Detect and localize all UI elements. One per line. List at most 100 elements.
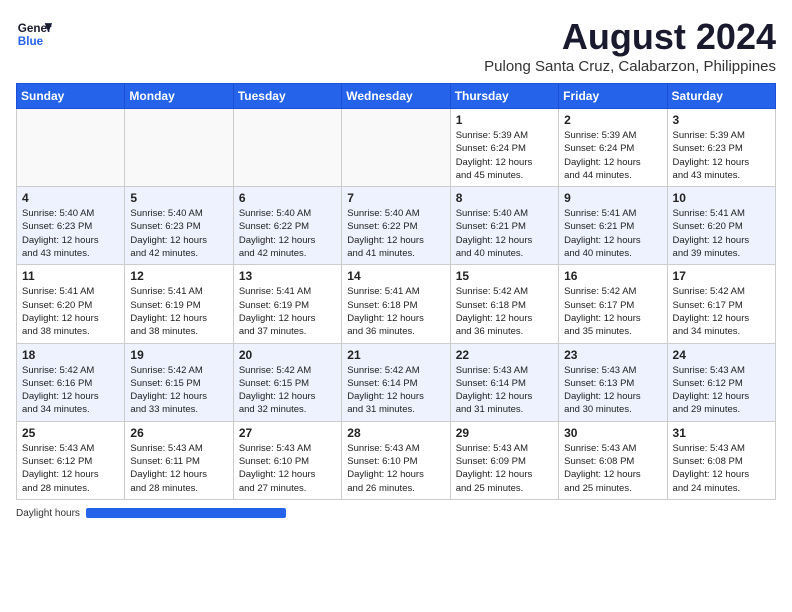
day-number: 29 [456, 426, 553, 440]
day-number: 17 [673, 269, 770, 283]
day-header-friday: Friday [559, 84, 667, 109]
calendar-cell-week1-day0 [17, 109, 125, 187]
calendar-cell-week2-day4: 8Sunrise: 5:40 AM Sunset: 6:21 PM Daylig… [450, 187, 558, 265]
location-subtitle: Pulong Santa Cruz, Calabarzon, Philippin… [484, 58, 776, 75]
day-number: 25 [22, 426, 119, 440]
day-info: Sunrise: 5:41 AM Sunset: 6:20 PM Dayligh… [673, 207, 770, 260]
daylight-label: Daylight hours [16, 508, 80, 519]
day-info: Sunrise: 5:40 AM Sunset: 6:22 PM Dayligh… [347, 207, 444, 260]
day-number: 21 [347, 348, 444, 362]
day-number: 27 [239, 426, 336, 440]
calendar-cell-week3-day6: 17 Sunrise: 5:42 AM Sunset: 6:17 PM Dayli… [667, 265, 775, 343]
day-info: Sunrise: 5:42 AM Sunset: 6:15 PM Dayligh… [130, 364, 227, 417]
calendar-header-row: SundayMondayTuesdayWednesdayThursdayFrid… [17, 84, 776, 109]
day-number: 6 [239, 191, 336, 205]
calendar-cell-week1-day2 [233, 109, 341, 187]
calendar-cell-week1-day6: 3 Sunrise: 5:39 AM Sunset: 6:23 PM Daylig… [667, 109, 775, 187]
day-info: Sunrise: 5:43 AM Sunset: 6:14 PM Dayligh… [456, 364, 553, 417]
calendar-cell-week5-day4: 29Sunrise: 5:43 AM Sunset: 6:09 PM Dayli… [450, 421, 558, 499]
day-info: Sunrise: 5:40 AM Sunset: 6:23 PM Dayligh… [130, 207, 227, 260]
day-info: Sunrise: 5:43 AM Sunset: 6:10 PM Dayligh… [347, 442, 444, 495]
day-info: Sunrise: 5:42 AM Sunset: 6:17 PM Dayligh… [564, 285, 661, 338]
calendar-cell-week5-day3: 28Sunrise: 5:43 AM Sunset: 6:10 PM Dayli… [342, 421, 450, 499]
calendar-week-3: 11 Sunrise: 5:41 AM Sunset: 6:20 PM Dayli… [17, 265, 776, 343]
calendar-week-5: 25Sunrise: 5:43 AM Sunset: 6:12 PM Dayli… [17, 421, 776, 499]
calendar-cell-week3-day0: 11 Sunrise: 5:41 AM Sunset: 6:20 PM Dayli… [17, 265, 125, 343]
day-info: Sunrise: 5:43 AM Sunset: 6:11 PM Dayligh… [130, 442, 227, 495]
day-info: Sunrise: 5:40 AM Sunset: 6:21 PM Dayligh… [456, 207, 553, 260]
day-info: Sunrise: 5:41 AM Sunset: 6:21 PM Dayligh… [564, 207, 661, 260]
day-info: Sunrise: 5:41 AM Sunset: 6:19 PM Dayligh… [239, 285, 336, 338]
calendar-cell-week4-day5: 23 Sunrise: 5:43 AM Sunset: 6:13 PM Dayli… [559, 343, 667, 421]
day-number: 3 [673, 113, 770, 127]
day-number: 11 [22, 269, 119, 283]
calendar-cell-week1-day4: 1 Sunrise: 5:39 AM Sunset: 6:24 PM Daylig… [450, 109, 558, 187]
calendar-cell-week2-day6: 10 Sunrise: 5:41 AM Sunset: 6:20 PM Dayli… [667, 187, 775, 265]
day-number: 23 [564, 348, 661, 362]
day-info: Sunrise: 5:43 AM Sunset: 6:08 PM Dayligh… [564, 442, 661, 495]
day-header-saturday: Saturday [667, 84, 775, 109]
day-number: 24 [673, 348, 770, 362]
calendar-cell-week1-day3 [342, 109, 450, 187]
day-number: 26 [130, 426, 227, 440]
calendar-cell-week2-day0: 4Sunrise: 5:40 AM Sunset: 6:23 PM Daylig… [17, 187, 125, 265]
month-year-title: August 2024 [484, 16, 776, 58]
day-number: 14 [347, 269, 444, 283]
day-number: 31 [673, 426, 770, 440]
day-header-sunday: Sunday [17, 84, 125, 109]
day-header-thursday: Thursday [450, 84, 558, 109]
day-info: Sunrise: 5:41 AM Sunset: 6:18 PM Dayligh… [347, 285, 444, 338]
calendar-cell-week5-day1: 26 Sunrise: 5:43 AM Sunset: 6:11 PM Dayli… [125, 421, 233, 499]
day-header-tuesday: Tuesday [233, 84, 341, 109]
calendar-cell-week2-day3: 7 Sunrise: 5:40 AM Sunset: 6:22 PM Daylig… [342, 187, 450, 265]
day-info: Sunrise: 5:39 AM Sunset: 6:23 PM Dayligh… [673, 129, 770, 182]
calendar-cell-week3-day3: 14 Sunrise: 5:41 AM Sunset: 6:18 PM Dayli… [342, 265, 450, 343]
calendar-week-2: 4 Sunrise: 5:40 AM Sunset: 6:23 PM Daylig… [17, 187, 776, 265]
day-number: 15 [456, 269, 553, 283]
day-info: Sunrise: 5:43 AM Sunset: 6:13 PM Dayligh… [564, 364, 661, 417]
calendar-table: SundayMondayTuesdayWednesdayThursdayFrid… [16, 83, 776, 500]
calendar-cell-week3-day4: 15 Sunrise: 5:42 AM Sunset: 6:18 PM Dayli… [450, 265, 558, 343]
day-number: 7 [347, 191, 444, 205]
day-info: Sunrise: 5:43 AM Sunset: 6:10 PM Dayligh… [239, 442, 336, 495]
calendar-cell-week3-day5: 16Sunrise: 5:42 AM Sunset: 6:17 PM Dayli… [559, 265, 667, 343]
day-info: Sunrise: 5:43 AM Sunset: 6:12 PM Dayligh… [673, 364, 770, 417]
day-info: Sunrise: 5:39 AM Sunset: 6:24 PM Dayligh… [456, 129, 553, 182]
day-info: Sunrise: 5:41 AM Sunset: 6:19 PM Dayligh… [130, 285, 227, 338]
calendar-cell-week2-day5: 9 Sunrise: 5:41 AM Sunset: 6:21 PM Daylig… [559, 187, 667, 265]
day-number: 18 [22, 348, 119, 362]
day-number: 12 [130, 269, 227, 283]
day-info: Sunrise: 5:42 AM Sunset: 6:18 PM Dayligh… [456, 285, 553, 338]
day-number: 9 [564, 191, 661, 205]
day-info: Sunrise: 5:42 AM Sunset: 6:16 PM Dayligh… [22, 364, 119, 417]
day-number: 2 [564, 113, 661, 127]
daylight-bar [86, 508, 286, 518]
day-number: 4 [22, 191, 119, 205]
day-number: 10 [673, 191, 770, 205]
day-number: 1 [456, 113, 553, 127]
calendar-cell-week1-day1 [125, 109, 233, 187]
day-header-wednesday: Wednesday [342, 84, 450, 109]
day-info: Sunrise: 5:42 AM Sunset: 6:14 PM Dayligh… [347, 364, 444, 417]
day-info: Sunrise: 5:43 AM Sunset: 6:08 PM Dayligh… [673, 442, 770, 495]
calendar-cell-week1-day5: 2Sunrise: 5:39 AM Sunset: 6:24 PM Daylig… [559, 109, 667, 187]
calendar-cell-week5-day6: 31 Sunrise: 5:43 AM Sunset: 6:08 PM Dayli… [667, 421, 775, 499]
day-info: Sunrise: 5:42 AM Sunset: 6:17 PM Dayligh… [673, 285, 770, 338]
title-area: August 2024 Pulong Santa Cruz, Calabarzo… [484, 16, 776, 75]
day-number: 13 [239, 269, 336, 283]
calendar-cell-week3-day2: 13 Sunrise: 5:41 AM Sunset: 6:19 PM Dayli… [233, 265, 341, 343]
logo: General Blue [16, 16, 52, 52]
calendar-cell-week4-day2: 20Sunrise: 5:42 AM Sunset: 6:15 PM Dayli… [233, 343, 341, 421]
calendar-week-1: 1 Sunrise: 5:39 AM Sunset: 6:24 PM Daylig… [17, 109, 776, 187]
calendar-week-4: 18 Sunrise: 5:42 AM Sunset: 6:16 PM Dayli… [17, 343, 776, 421]
calendar-cell-week5-day5: 30Sunrise: 5:43 AM Sunset: 6:08 PM Dayli… [559, 421, 667, 499]
day-number: 19 [130, 348, 227, 362]
calendar-cell-week4-day0: 18 Sunrise: 5:42 AM Sunset: 6:16 PM Dayli… [17, 343, 125, 421]
calendar-cell-week5-day0: 25Sunrise: 5:43 AM Sunset: 6:12 PM Dayli… [17, 421, 125, 499]
day-number: 20 [239, 348, 336, 362]
day-info: Sunrise: 5:41 AM Sunset: 6:20 PM Dayligh… [22, 285, 119, 338]
calendar-cell-week4-day3: 21 Sunrise: 5:42 AM Sunset: 6:14 PM Dayli… [342, 343, 450, 421]
calendar-cell-week2-day2: 6 Sunrise: 5:40 AM Sunset: 6:22 PM Daylig… [233, 187, 341, 265]
day-header-monday: Monday [125, 84, 233, 109]
day-info: Sunrise: 5:40 AM Sunset: 6:22 PM Dayligh… [239, 207, 336, 260]
